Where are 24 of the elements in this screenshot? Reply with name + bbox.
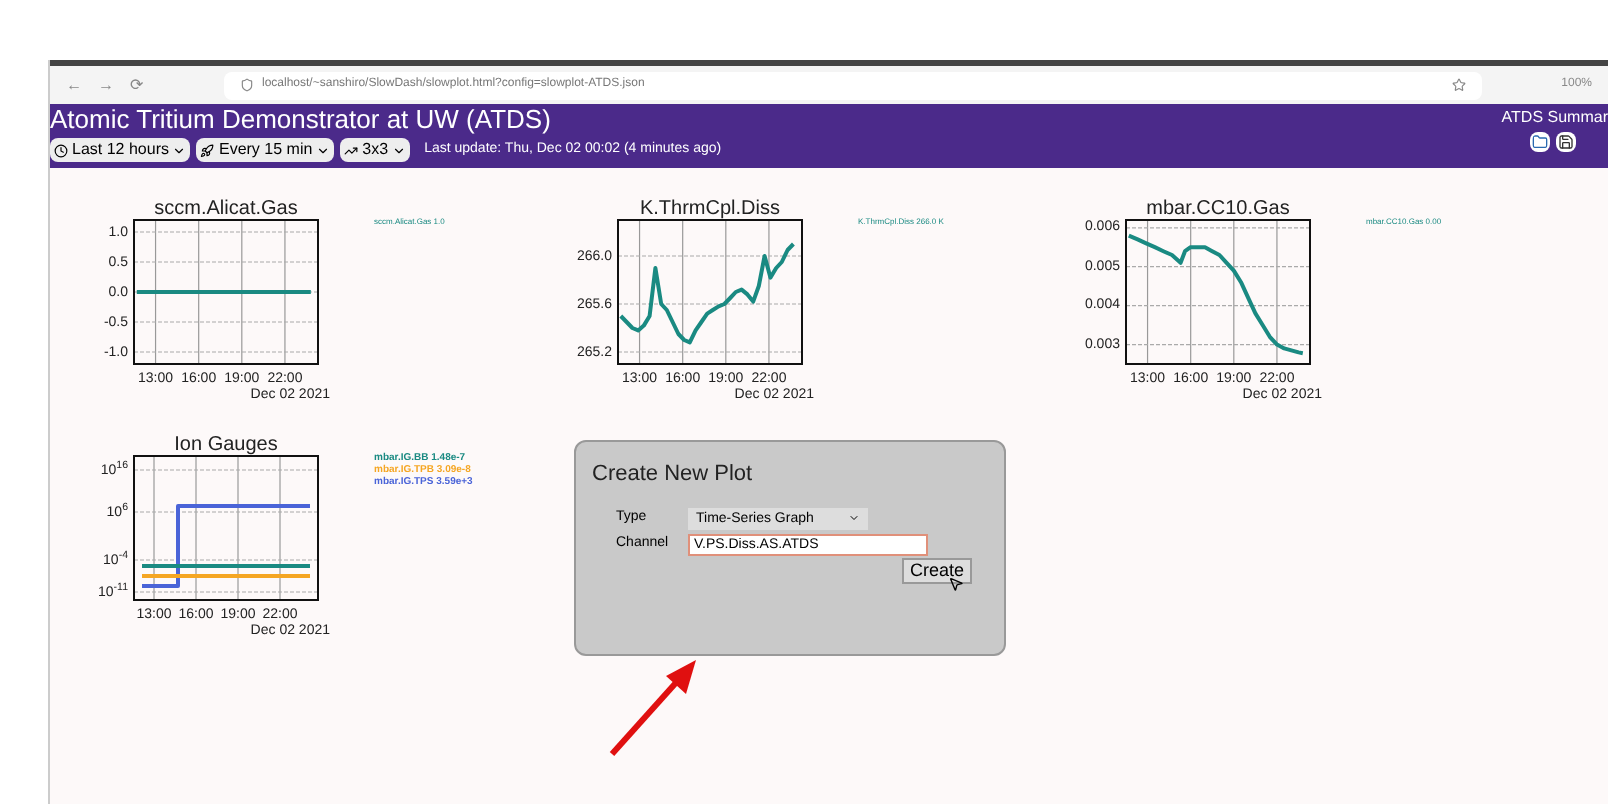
caret-icon bbox=[392, 143, 407, 157]
create-button[interactable]: Create bbox=[901, 557, 972, 583]
select-icon bbox=[344, 143, 359, 157]
star-icon[interactable] bbox=[1451, 78, 1466, 92]
dropdown[interactable]: 3x3 bbox=[340, 138, 411, 162]
select-icon bbox=[54, 143, 68, 157]
select-icon bbox=[200, 143, 215, 157]
chart-title: sccm.Alicat.Gas bbox=[154, 198, 298, 220]
save-icon[interactable] bbox=[1556, 132, 1576, 152]
caret-icon bbox=[316, 143, 331, 157]
arrow-icon bbox=[606, 656, 702, 760]
chart-title: Ion Gauges bbox=[174, 434, 278, 456]
caret-icon bbox=[172, 143, 187, 157]
chart-title: mbar.CC10.Gas bbox=[1146, 198, 1290, 220]
dropdown[interactable]: Last 12 hours bbox=[50, 138, 191, 162]
folder-icon[interactable] bbox=[1530, 132, 1550, 152]
summary-link[interactable]: ATDS Summar bbox=[1501, 104, 1608, 132]
cursor-icon bbox=[948, 575, 964, 591]
panel-title: Create New Plot bbox=[592, 460, 755, 490]
chart-title: K.ThrmCpl.Diss bbox=[640, 198, 780, 220]
shield-icon bbox=[240, 78, 254, 92]
caret-icon bbox=[848, 512, 860, 524]
page-title: Atomic Tritium Demonstrator at UW (ATDS) bbox=[50, 104, 553, 136]
dropdown[interactable]: Every 15 min bbox=[196, 138, 335, 162]
